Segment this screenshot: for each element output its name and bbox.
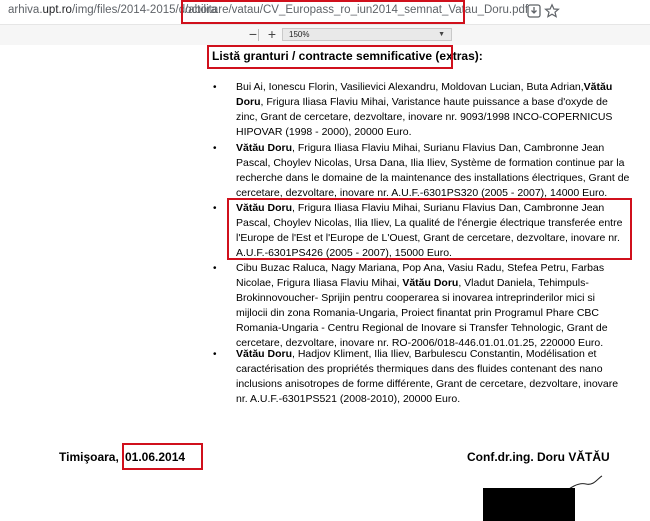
grant-line: Cibu Buzac Raluca, Nagy Mariana, Pop Ana… xyxy=(236,261,636,276)
grant-item: Vătău Doru, Hadjov Kliment, Ilia Iliev, … xyxy=(236,347,636,407)
place-label: Timişoara, xyxy=(59,450,119,464)
grant-line: Pascal, Choylev Nicolas, Ursa Dana, Ilia… xyxy=(236,156,636,171)
chevron-down-icon: ▼ xyxy=(438,31,445,38)
grant-line: Nicolae, Frigura Iliasa Flaviu Mihai, Vă… xyxy=(236,276,636,291)
grant-text: zinc, Grant de cercetare, dezvoltare, in… xyxy=(236,111,613,124)
bullet-icon: • xyxy=(213,203,217,214)
url-highlight-box xyxy=(181,0,465,24)
grant-highlight-box xyxy=(227,198,632,260)
grant-text: , Vladut Daniela, Tehimpuls- xyxy=(458,277,589,290)
date-highlight-box xyxy=(122,443,203,470)
bullet-icon: • xyxy=(213,263,217,274)
signature-name: Conf.dr.ing. Doru VĂTĂU xyxy=(467,450,610,464)
grant-line: mijlocii din zona Romania-Ungaria, Proie… xyxy=(236,306,636,321)
browser-url-bar[interactable]: arhiva.upt.ro/img/files/2014-2015/doctor… xyxy=(0,0,650,24)
grant-text: Cibu Buzac Raluca, Nagy Mariana, Pop Ana… xyxy=(236,262,605,274)
download-icon[interactable] xyxy=(526,3,542,19)
grant-text: , Frigura Iliasa Flaviu Mihai, Surianu F… xyxy=(292,142,605,154)
grant-text: Brokinnovoucher- Sprijin pentru cooperar… xyxy=(236,292,595,305)
grant-text: Nicolae, Frigura Iliasa Flaviu Mihai, xyxy=(236,277,403,290)
grant-item: Vătău Doru, Frigura Iliasa Flaviu Mihai,… xyxy=(236,141,636,201)
grant-item: Cibu Buzac Raluca, Nagy Mariana, Pop Ana… xyxy=(236,261,636,352)
grant-line: caractérisation des propriétés thermique… xyxy=(236,362,636,377)
author-highlight: Vătău Doru xyxy=(236,348,293,360)
grant-text: recherche dans le domaine de la maintena… xyxy=(236,172,630,185)
grant-text: mijlocii din zona Romania-Ungaria, Proie… xyxy=(236,307,599,320)
grant-item: Bui Ai, Ionescu Florin, Vasilievici Alex… xyxy=(236,80,636,140)
redacted-signature xyxy=(483,488,575,521)
bullet-icon: • xyxy=(213,349,217,360)
grant-text: , Frigura Iliasa Flaviu Mihai, Varistanc… xyxy=(260,96,608,109)
grant-line: nr. A.U.F.-6301PS521 (2008-2010), 20000 … xyxy=(236,392,636,407)
grant-text: , Hadjov Kliment, Ilia Iliev, Barbulescu… xyxy=(292,348,597,360)
author-highlight: Vătău Doru xyxy=(236,142,293,154)
grant-line: recherche dans le domaine de la maintena… xyxy=(236,171,636,186)
heading-highlight-box xyxy=(207,45,453,69)
grant-text: Romania-Ungaria - Centru Regional de Ino… xyxy=(236,322,608,335)
zoom-value: 150% xyxy=(289,30,310,39)
star-icon[interactable] xyxy=(544,3,560,19)
bullet-icon: • xyxy=(213,143,217,154)
grant-text: Pascal, Choylev Nicolas, Ursa Dana, Ilia… xyxy=(236,157,625,170)
grant-text: inclusions anisotropes de forme différen… xyxy=(236,378,619,391)
grant-text: Bui Ai, Ionescu Florin, Vasilievici Alex… xyxy=(236,81,584,93)
author-highlight: Doru xyxy=(236,96,261,109)
grant-line: Brokinnovoucher- Sprijin pentru cooperar… xyxy=(236,291,636,306)
grant-line: Bui Ai, Ionescu Florin, Vasilievici Alex… xyxy=(236,80,636,95)
pdf-toolbar: − + 150% ▼ xyxy=(0,24,650,46)
grant-line: HIPOVAR (1998 - 2000), 20000 Euro. xyxy=(236,125,636,140)
author-highlight: Vătău Doru xyxy=(402,277,459,290)
grant-text: caractérisation des propriétés thermique… xyxy=(236,363,603,376)
toolbar-divider xyxy=(258,29,259,41)
grant-line: Vătău Doru, Hadjov Kliment, Ilia Iliev, … xyxy=(236,347,636,362)
zoom-select[interactable]: 150% ▼ xyxy=(282,28,452,41)
bullet-icon: • xyxy=(213,82,217,93)
author-highlight: Vătău xyxy=(583,81,613,93)
grant-text: nr. A.U.F.-6301PS521 (2008-2010), 20000 … xyxy=(236,393,461,406)
grant-text: HIPOVAR (1998 - 2000), 20000 Euro. xyxy=(236,126,412,139)
grant-line: inclusions anisotropes de forme différen… xyxy=(236,377,636,392)
grant-line: Doru, Frigura Iliasa Flaviu Mihai, Varis… xyxy=(236,95,636,110)
grant-line: zinc, Grant de cercetare, dezvoltare, in… xyxy=(236,110,636,125)
zoom-in-button[interactable]: + xyxy=(264,27,280,42)
grant-line: Vătău Doru, Frigura Iliasa Flaviu Mihai,… xyxy=(236,141,636,156)
grant-line: Romania-Ungaria - Centru Regional de Ino… xyxy=(236,321,636,336)
